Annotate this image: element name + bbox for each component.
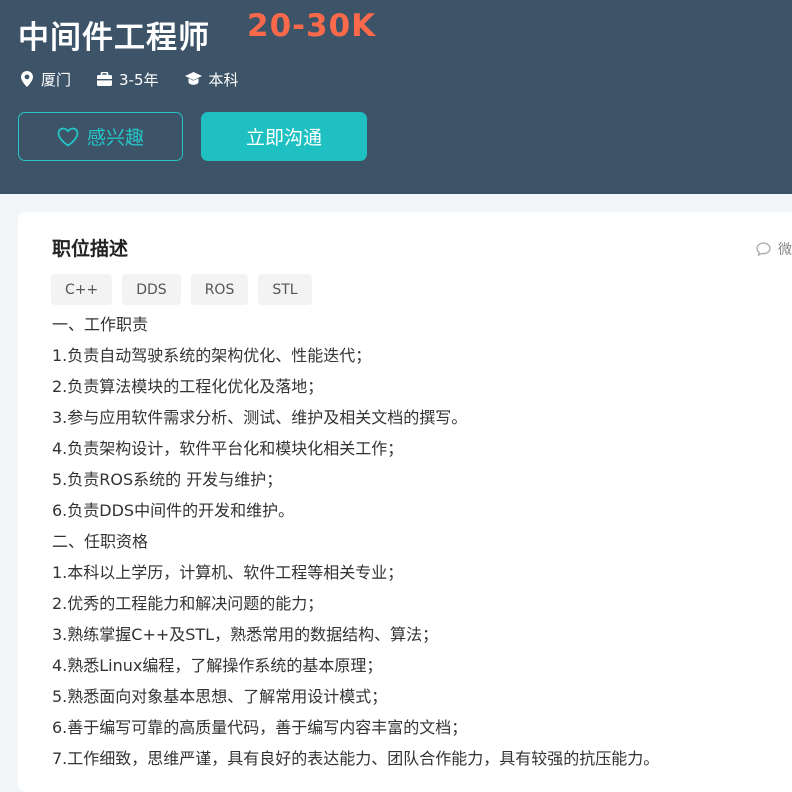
chat-now-button-label: 立即沟通 (245, 127, 322, 149)
meta-experience: 3-5年 (97, 69, 159, 90)
graduation-cap-icon (184, 72, 202, 85)
job-title: 中间件工程师 (18, 20, 210, 56)
skill-tags: C++ DDS ROS STL (51, 274, 322, 305)
location-pin-icon (21, 71, 33, 87)
meta-experience-label: 3-5年 (119, 70, 159, 89)
description-line: 3.熟练掌握C++及STL，熟悉常用的数据结构、算法； (52, 625, 439, 644)
salary: 20-30K (247, 8, 377, 44)
job-header: 中间件工程师 20-30K 厦门 3-5年 本科 感兴趣 立即沟通 (0, 0, 792, 194)
skill-tag: ROS (190, 274, 249, 305)
description-line: 5.负责ROS系统的 开发与维护； (52, 470, 283, 489)
description-line: 2.负责算法模块的工程化优化及落地； (52, 377, 324, 396)
description-line: 4.熟悉Linux编程，了解操作系统的基本原理； (52, 656, 383, 675)
description-line: 3.参与应用软件需求分析、测试、维护及相关文档的撰写。 (52, 408, 468, 427)
skill-tag: DDS (122, 274, 181, 305)
description-line: 一、工作职责 (52, 315, 149, 334)
description-line: 4.负责架构设计，软件平台化和模块化相关工作； (52, 439, 404, 458)
skill-tag: C++ (51, 274, 113, 305)
skill-tag: STL (258, 274, 312, 305)
share-label: 微 (778, 242, 792, 258)
chat-now-button[interactable]: 立即沟通 (201, 112, 367, 161)
meta-location-label: 厦门 (41, 70, 72, 89)
description-line: 5.熟悉面向对象基本思想、了解常用设计模式； (52, 687, 388, 706)
description-line: 2.优秀的工程能力和解决问题的能力； (52, 594, 324, 613)
description-line: 1.负责自动驾驶系统的架构优化、性能迭代； (52, 346, 372, 365)
job-meta: 厦门 3-5年 本科 (20, 68, 265, 90)
job-description-card: 职位描述 微 C++ DDS ROS STL 一、工作职责 1.负责自动驾驶系统… (18, 212, 792, 792)
briefcase-icon (97, 72, 113, 86)
description-line: 1.本科以上学历，计算机、软件工程等相关专业； (52, 563, 404, 582)
description-line: 二、任职资格 (52, 532, 149, 551)
wechat-share[interactable]: 微 (756, 239, 792, 259)
job-description-text: 一、工作职责 1.负责自动驾驶系统的架构优化、性能迭代； 2.负责算法模块的工程… (52, 309, 772, 774)
interest-button[interactable]: 感兴趣 (18, 112, 183, 161)
section-title: 职位描述 (52, 238, 129, 260)
meta-education: 本科 (184, 69, 239, 90)
description-line: 7.工作细致，思维严谨，具有良好的表达能力、团队合作能力，具有较强的抗压能力。 (52, 749, 660, 768)
chat-bubble-icon (756, 242, 771, 256)
description-line: 6.负责DDS中间件的开发和维护。 (52, 501, 295, 520)
interest-button-label: 感兴趣 (86, 127, 144, 149)
heart-icon (57, 127, 79, 146)
meta-location: 厦门 (20, 69, 71, 90)
meta-education-label: 本科 (208, 70, 239, 89)
description-line: 6.善于编写可靠的高质量代码，善于编写内容丰富的文档； (52, 718, 468, 737)
